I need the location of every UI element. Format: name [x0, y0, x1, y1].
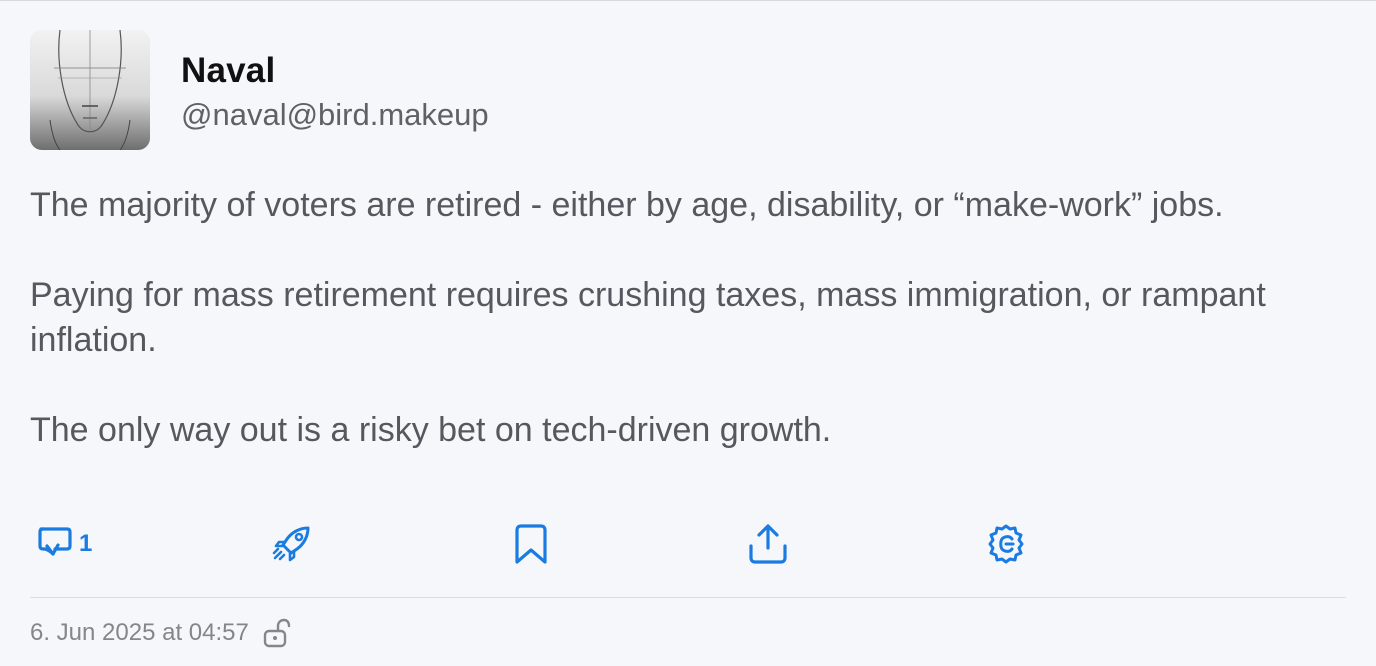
- post-settings-button[interactable]: [984, 519, 1028, 569]
- boost-icon: [272, 526, 310, 562]
- reply-button[interactable]: 1: [33, 519, 92, 569]
- post-paragraph: Paying for mass retirement requires crus…: [30, 276, 1266, 359]
- author-handle[interactable]: @naval@bird.makeup: [181, 96, 489, 134]
- avatar[interactable]: [30, 30, 150, 150]
- share-icon: [749, 524, 787, 564]
- unlocked-icon: [261, 618, 291, 648]
- action-bar: 1: [0, 519, 1376, 569]
- avatar-sketch-image: [30, 30, 150, 150]
- bookmark-icon: [515, 524, 547, 564]
- share-button[interactable]: [746, 519, 790, 569]
- divider: [30, 597, 1346, 598]
- reply-count: 1: [79, 530, 93, 557]
- post-meta: 6. Jun 2025 at 04:57: [30, 613, 291, 653]
- post-card[interactable]: Naval @naval@bird.makeup The majority of…: [0, 0, 1376, 666]
- settings-icon: [988, 524, 1024, 564]
- bookmark-button[interactable]: [509, 519, 553, 569]
- post-timestamp[interactable]: 6. Jun 2025 at 04:57: [30, 619, 249, 647]
- reply-icon: [38, 527, 72, 556]
- boost-button[interactable]: [270, 519, 314, 569]
- post-content: The majority of voters are retired - eit…: [30, 183, 1320, 498]
- post-paragraph: The majority of voters are retired - eit…: [30, 186, 1224, 224]
- author-display-name[interactable]: Naval: [181, 51, 275, 91]
- post-paragraph: The only way out is a risky bet on tech-…: [30, 411, 832, 449]
